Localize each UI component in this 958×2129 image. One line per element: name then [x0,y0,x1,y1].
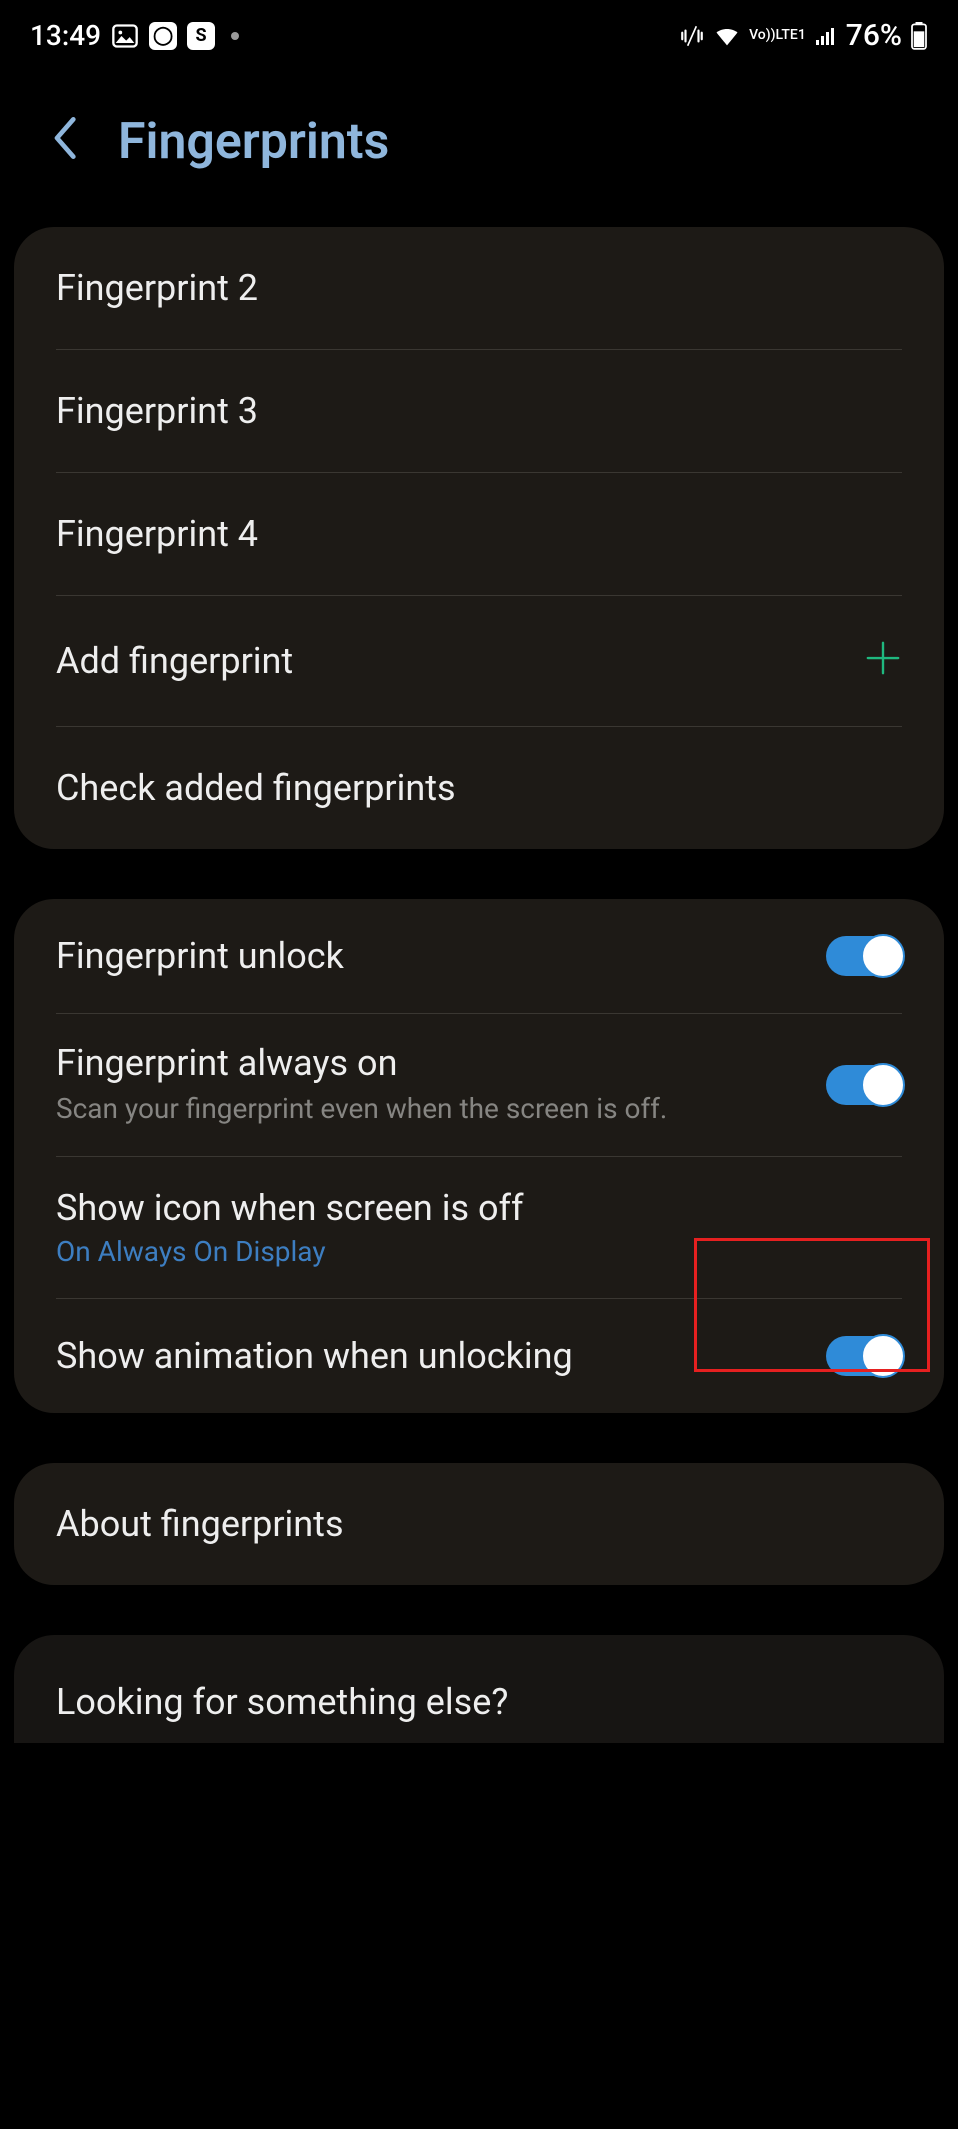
fingerprint-item[interactable]: Fingerprint 3 [14,350,944,472]
show-icon-label: Show icon when screen is off [56,1187,882,1229]
fingerprint-always-on-sub: Scan your fingerprint even when the scre… [56,1090,806,1128]
notification-icon-2: S [187,22,215,50]
fingerprint-unlock-label: Fingerprint unlock [56,935,806,977]
fingerprint-label: Fingerprint 2 [56,267,258,309]
fingerprint-label: Fingerprint 3 [56,390,258,432]
about-fingerprints-row[interactable]: About fingerprints [14,1463,944,1585]
fingerprint-always-on-label: Fingerprint always on [56,1042,806,1084]
add-fingerprint-label: Add fingerprint [56,640,293,682]
wifi-icon [713,22,741,50]
about-card: About fingerprints [14,1463,944,1585]
fingerprint-unlock-row[interactable]: Fingerprint unlock [14,899,944,1013]
fingerprint-item[interactable]: Fingerprint 4 [14,473,944,595]
battery-percent: 76% [846,18,902,53]
bottom-prompt-card: Looking for something else? [14,1635,944,1743]
gallery-icon [111,22,139,50]
more-notifications-dot [231,32,239,40]
fingerprint-unlock-toggle[interactable] [826,936,902,976]
status-left: 13:49 ◯ S [30,19,239,52]
show-icon-row[interactable]: Show icon when screen is off On Always O… [14,1157,944,1298]
page-header: Fingerprints [0,63,958,227]
notification-icon-1: ◯ [149,22,177,50]
signal-icon [814,24,838,48]
check-fingerprints-row[interactable]: Check added fingerprints [14,727,944,849]
show-icon-sub: On Always On Display [56,1235,882,1268]
plus-icon [864,636,902,686]
fingerprint-always-on-row[interactable]: Fingerprint always on Scan your fingerpr… [14,1014,944,1156]
back-icon[interactable] [50,114,78,170]
options-card: Fingerprint unlock Fingerprint always on… [14,899,944,1413]
check-fingerprints-label: Check added fingerprints [56,767,456,809]
status-right: Vo))LTE1 76% [679,18,928,53]
show-animation-label: Show animation when unlocking [56,1335,806,1377]
fingerprint-label: Fingerprint 4 [56,513,258,555]
fingerprint-item[interactable]: Fingerprint 2 [14,227,944,349]
show-animation-row[interactable]: Show animation when unlocking [14,1299,944,1413]
status-time: 13:49 [30,19,101,52]
about-fingerprints-label: About fingerprints [56,1503,344,1545]
lte-icon: Vo))LTE1 [749,29,806,42]
vibrate-icon [679,23,705,49]
add-fingerprint-row[interactable]: Add fingerprint [14,596,944,726]
status-bar: 13:49 ◯ S Vo))LTE1 76% [0,0,958,63]
show-animation-toggle[interactable] [826,1336,902,1376]
fingerprints-card: Fingerprint 2 Fingerprint 3 Fingerprint … [14,227,944,849]
bottom-prompt-label: Looking for something else? [56,1681,508,1723]
page-title: Fingerprints [118,113,389,171]
battery-icon [910,22,928,50]
fingerprint-always-on-toggle[interactable] [826,1065,902,1105]
